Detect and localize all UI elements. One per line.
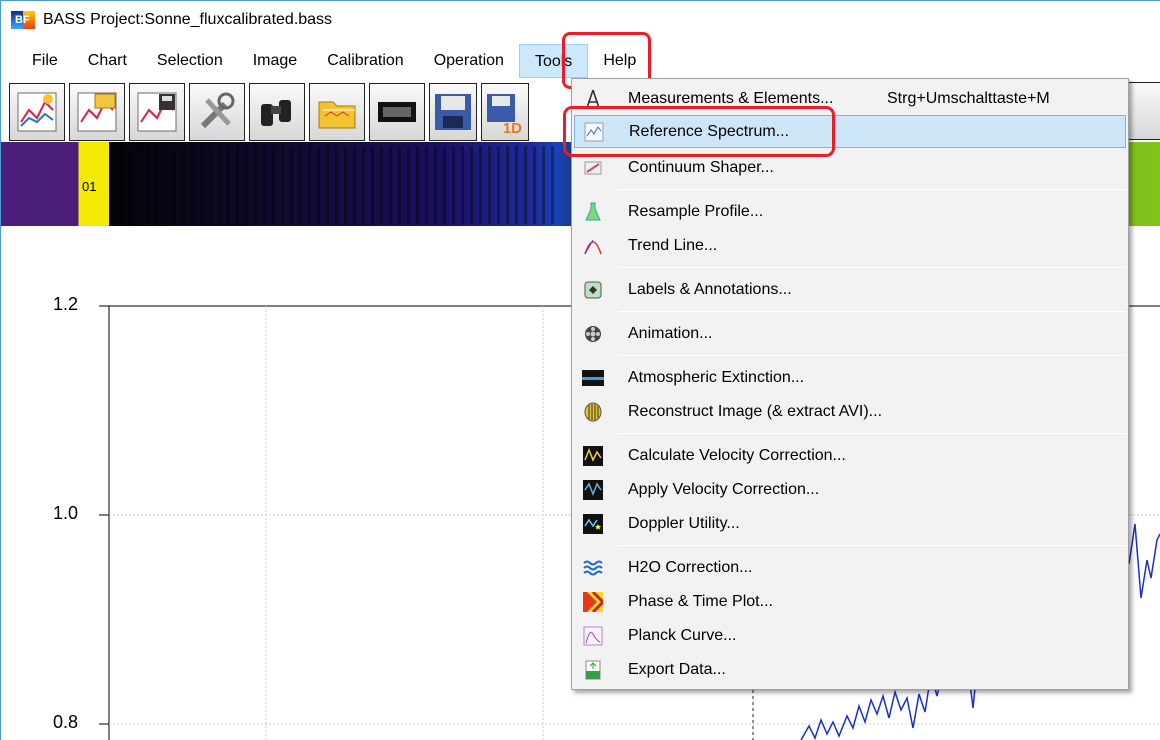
menu-tools[interactable]: Tools: [518, 44, 589, 78]
menu-item-reference-spectrum[interactable]: Reference Spectrum...: [574, 115, 1126, 148]
bass-app-icon: BF: [11, 11, 35, 29]
save-chart-button[interactable]: [129, 83, 185, 141]
menu-separator: [618, 355, 1126, 356]
menu-item-measurements[interactable]: Measurements & Elements... Strg+Umschalt…: [574, 82, 1126, 115]
menu-item-phase-time-plot[interactable]: Phase & Time Plot...: [574, 585, 1126, 618]
menu-bar: File Chart Selection Image Calibration O…: [1, 43, 1160, 79]
menu-item-calc-velocity[interactable]: Calculate Velocity Correction...: [574, 439, 1126, 472]
spectrum-strip-label: 01: [82, 179, 97, 194]
menu-item-label: Export Data...: [628, 660, 726, 678]
spectrum-absorption-lines: [110, 146, 560, 224]
open-chart-icon: [77, 92, 117, 132]
extinction-icon: [582, 367, 604, 389]
save-1d-button[interactable]: 1D: [481, 83, 529, 141]
menu-item-label: Planck Curve...: [628, 626, 737, 644]
y-tick-label: 1.0: [53, 503, 79, 523]
open-folder-button[interactable]: [309, 83, 365, 141]
save-1d-badge: 1D: [502, 120, 522, 137]
open-chart-button[interactable]: [69, 83, 125, 141]
measure-compass-icon: [582, 88, 604, 110]
menu-item-label: Trend Line...: [628, 236, 718, 254]
y-tick-label: 1.2: [53, 294, 79, 314]
open-folder-icon: [318, 101, 356, 129]
water-waves-icon: [582, 557, 604, 579]
y-tick-label: 0.8: [53, 712, 79, 732]
menu-image[interactable]: Image: [238, 44, 312, 78]
menu-item-label: Labels & Annotations...: [628, 280, 792, 298]
menu-selection[interactable]: Selection: [142, 44, 238, 78]
continuum-shaper-icon: [582, 157, 604, 179]
menu-item-continuum-shaper[interactable]: Continuum Shaper...: [574, 151, 1126, 184]
menu-item-export-data[interactable]: Export Data...: [574, 653, 1126, 686]
film-reel-icon: [582, 323, 604, 345]
menu-item-label: Reference Spectrum...: [629, 122, 790, 140]
menu-item-label: Reconstruct Image (& extract AVI)...: [628, 402, 883, 420]
menu-item-planck-curve[interactable]: Planck Curve...: [574, 619, 1126, 652]
menu-item-trend-line[interactable]: Trend Line...: [574, 229, 1126, 262]
menu-item-label: Measurements & Elements...: [628, 89, 834, 107]
tools-icon: [200, 92, 235, 129]
menu-separator: [618, 189, 1126, 190]
planck-curve-icon: [582, 625, 604, 647]
reference-spectrum-icon: [583, 121, 605, 143]
menu-separator: [618, 433, 1126, 434]
menu-help[interactable]: Help: [588, 44, 651, 78]
flask-icon: [582, 201, 604, 223]
menu-item-label: Continuum Shaper...: [628, 158, 774, 176]
export-data-icon: [582, 659, 604, 681]
window-title: BASS Project:Sonne_fluxcalibrated.bass: [43, 11, 333, 28]
camera-strip-button[interactable]: [369, 83, 425, 141]
menu-item-apply-velocity[interactable]: Apply Velocity Correction...: [574, 473, 1126, 506]
menu-item-label: Resample Profile...: [628, 202, 764, 220]
menu-chart[interactable]: Chart: [73, 44, 142, 78]
save-button[interactable]: [429, 83, 477, 141]
menu-separator: [618, 267, 1126, 268]
calc-velocity-icon: [582, 445, 604, 467]
binoculars-icon: [261, 100, 291, 126]
menu-item-atmospheric-extinction[interactable]: Atmospheric Extinction...: [574, 361, 1126, 394]
menu-separator: [618, 311, 1126, 312]
menu-item-label: H2O Correction...: [628, 558, 753, 576]
toolbar-partial-button[interactable]: [1128, 82, 1160, 140]
new-chart-button[interactable]: [9, 83, 65, 141]
menu-file[interactable]: File: [1, 44, 73, 78]
menu-item-animation[interactable]: Animation...: [574, 317, 1126, 350]
menu-item-labels-annotations[interactable]: Labels & Annotations...: [574, 273, 1126, 306]
menu-item-label: Phase & Time Plot...: [628, 592, 773, 610]
labels-icon: [582, 279, 604, 301]
menu-item-label: Animation...: [628, 324, 713, 342]
menu-item-doppler-utility[interactable]: Doppler Utility...: [574, 507, 1126, 540]
menu-item-label: Calculate Velocity Correction...: [628, 446, 846, 464]
reconstruct-image-icon: [582, 401, 604, 423]
new-chart-icon: [17, 92, 57, 132]
doppler-icon: [582, 513, 604, 535]
menu-calibration[interactable]: Calibration: [312, 44, 418, 78]
trend-line-icon: [582, 235, 604, 257]
tools-dropdown-menu: Measurements & Elements... Strg+Umschalt…: [571, 78, 1129, 690]
menu-operation[interactable]: Operation: [419, 44, 519, 78]
save-chart-icon: [137, 92, 177, 132]
menu-item-shortcut: Strg+Umschalttaste+M: [887, 89, 1050, 107]
phase-plot-icon: [582, 591, 604, 613]
title-bar: BF BASS Project:Sonne_fluxcalibrated.bas…: [1, 0, 1160, 40]
menu-item-label: Atmospheric Extinction...: [628, 368, 805, 386]
menu-item-h2o-correction[interactable]: H2O Correction...: [574, 551, 1126, 584]
menu-separator: [618, 545, 1126, 546]
menu-item-label: Doppler Utility...: [628, 514, 740, 532]
camera-strip-icon: [378, 102, 416, 122]
menu-item-label: Apply Velocity Correction...: [628, 480, 820, 498]
tools-button[interactable]: [189, 83, 245, 141]
menu-item-reconstruct-image[interactable]: Reconstruct Image (& extract AVI)...: [574, 395, 1126, 428]
binoculars-button[interactable]: [249, 83, 305, 141]
apply-velocity-icon: [582, 479, 604, 501]
save-disk-icon: [435, 94, 471, 130]
menu-item-resample-profile[interactable]: Resample Profile...: [574, 195, 1126, 228]
